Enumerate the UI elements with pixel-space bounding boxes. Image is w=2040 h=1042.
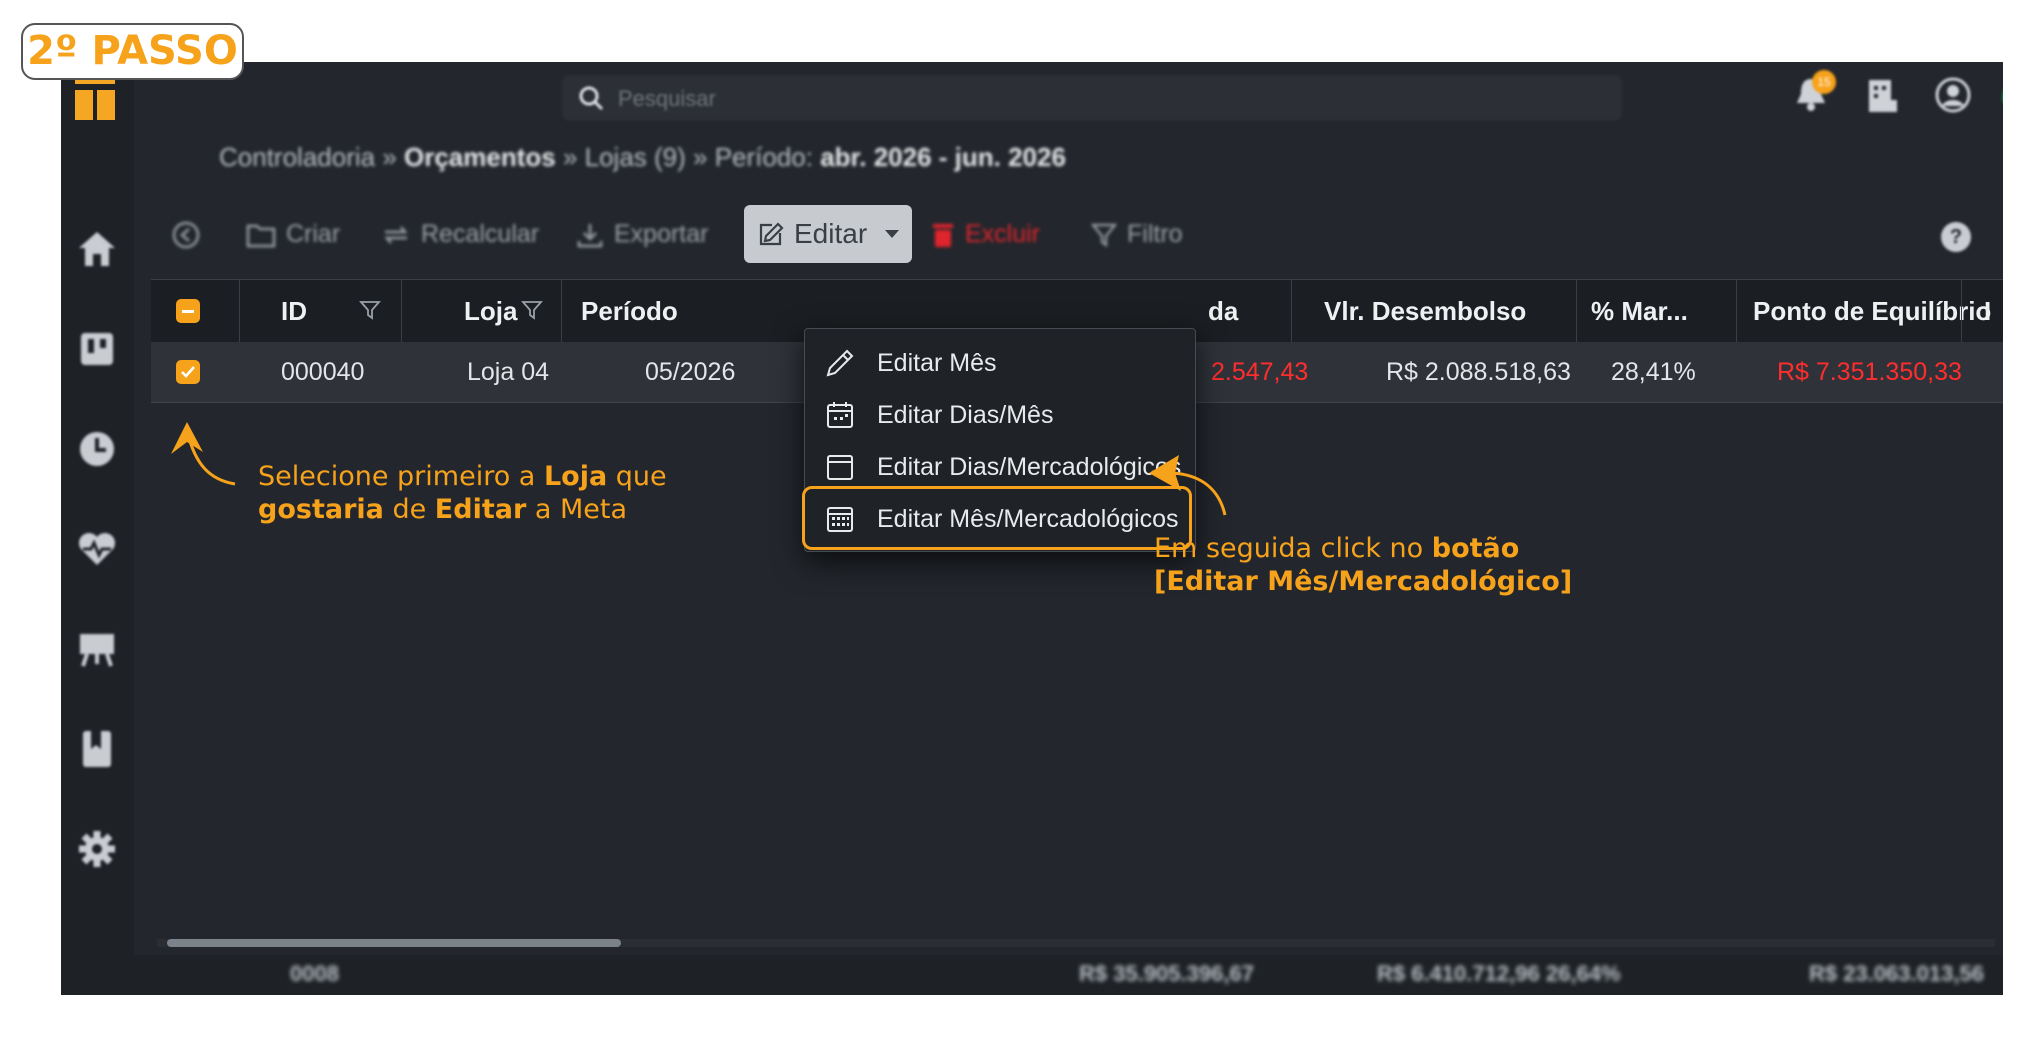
sidebar	[61, 62, 134, 995]
column-header-periodo[interactable]: Período	[581, 280, 678, 342]
footer-equilibrio: R$ 23.063.013,56	[1809, 961, 1984, 986]
cell-venda: 2.547,43	[1211, 358, 1309, 386]
arrow-right-annotation	[1149, 455, 1227, 516]
trash-icon	[933, 223, 953, 247]
status-indicator	[2002, 80, 2003, 114]
breadcrumb-item[interactable]: Controladoria »	[219, 142, 404, 172]
create-button[interactable]: Criar	[246, 220, 340, 249]
logo-icon	[75, 76, 115, 120]
pencil-icon	[826, 349, 854, 377]
recalc-label: Recalcular	[421, 220, 540, 248]
building-icon[interactable]	[1866, 78, 1898, 119]
step-badge: 2º PASSO	[21, 23, 244, 80]
menu-item-editar-dias-mes[interactable]: Editar Dias/Mês	[805, 389, 1195, 441]
refresh-icon	[384, 225, 408, 244]
breadcrumb-item: » Lojas (9) » Período:	[555, 142, 821, 172]
filter-icon[interactable]	[521, 299, 543, 321]
menu-item-label: Editar Mês	[877, 348, 997, 377]
menu-item-editar-mes[interactable]: Editar Mês	[805, 337, 1195, 389]
filter-button[interactable]: Filtro	[1091, 220, 1183, 249]
user-icon[interactable]	[1934, 76, 1972, 119]
breadcrumb: Controladoria » Orçamentos » Lojas (9) »…	[219, 142, 1066, 173]
presentation-icon[interactable]	[75, 627, 119, 671]
column-header-venda[interactable]: da	[1208, 280, 1238, 342]
cell-desembolso: R$ 2.088.518,63	[1386, 358, 1571, 386]
back-icon	[172, 221, 200, 249]
cell-loja: Loja 04	[467, 358, 550, 386]
bell-icon[interactable]: 15	[1794, 70, 1836, 116]
edit-label: Editar	[794, 218, 868, 249]
annotation-click-button: Em seguida click no botão [Editar Mês/Me…	[1154, 533, 1573, 597]
footer-desembolso: R$ 6.410.712,96	[1377, 961, 1540, 986]
filter-icon	[1091, 223, 1117, 247]
highlight-box	[802, 486, 1192, 550]
cell-periodo: 05/2026	[645, 358, 736, 386]
cell-margem: 28,41%	[1611, 358, 1696, 386]
footer-margem: 26,64%	[1546, 961, 1621, 986]
notification-badge: 15	[1812, 70, 1836, 94]
select-all-checkbox[interactable]	[176, 299, 200, 323]
column-header-margem[interactable]: % Mar...	[1591, 280, 1688, 342]
top-bar: Pesquisar 15	[134, 62, 2003, 132]
delete-button[interactable]: Excluir	[931, 220, 1040, 249]
row-checkbox[interactable]	[176, 360, 200, 384]
breadcrumb-item[interactable]: Orçamentos	[404, 142, 556, 172]
gear-icon[interactable]	[75, 827, 119, 871]
heartbeat-icon[interactable]	[75, 527, 119, 571]
annotation-select-loja: Selecione primeiro a Loja que gostaria d…	[258, 461, 667, 525]
footer-venda: R$ 35.905.396,67	[1079, 961, 1254, 986]
column-header-id[interactable]: ID	[281, 280, 307, 342]
edit-icon	[759, 222, 784, 246]
help-icon[interactable]: ?	[1941, 222, 1971, 252]
footer-count: 0008	[290, 961, 339, 986]
bookmark-icon[interactable]	[75, 727, 119, 771]
export-button[interactable]: Exportar	[576, 220, 708, 249]
app-window: Pesquisar 15 Controladoria » Orçamentos …	[61, 62, 2003, 995]
search-bar[interactable]: Pesquisar	[562, 75, 1622, 121]
menu-item-label: Editar Dias/Mês	[877, 400, 1054, 429]
column-header-equilibrio[interactable]: Ponto de Equilíbrio	[1753, 280, 1991, 342]
create-label: Criar	[286, 220, 341, 248]
calendar-blank-icon	[827, 455, 853, 480]
scrollbar-thumb[interactable]	[167, 939, 621, 947]
breadcrumb-period: abr. 2026 - jun. 2026	[820, 142, 1066, 172]
caret-down-icon	[885, 230, 900, 238]
calendar-icon	[827, 402, 853, 428]
table-footer: 0008 R$ 35.905.396,67 R$ 6.410.712,96 26…	[134, 955, 2003, 995]
back-button[interactable]	[171, 220, 201, 250]
arrow-left-annotation	[171, 422, 236, 486]
edit-button[interactable]: Editar	[744, 205, 912, 263]
search-icon	[579, 86, 604, 111]
column-header-loja[interactable]: Loja	[464, 280, 517, 342]
filter-label: Filtro	[1127, 220, 1183, 248]
column-header-desembolso[interactable]: Vlr. Desembolso	[1324, 280, 1526, 342]
cell-id: 000040	[281, 358, 365, 386]
download-icon	[577, 223, 603, 247]
cell-equilibrio: R$ 7.351.350,33	[1777, 358, 1962, 386]
home-icon[interactable]	[75, 227, 119, 271]
menu-item-label: Editar Dias/Mercadológicos	[877, 452, 1182, 481]
export-label: Exportar	[614, 220, 709, 248]
store-icon[interactable]	[75, 327, 119, 371]
delete-label: Excluir	[965, 220, 1041, 248]
clock-icon[interactable]	[75, 427, 119, 471]
column-header-extra[interactable]: I	[1984, 280, 1991, 342]
recalc-button[interactable]: Recalcular	[381, 220, 539, 249]
search-input[interactable]: Pesquisar	[618, 86, 716, 112]
folder-plus-icon	[246, 224, 276, 247]
filter-icon[interactable]	[359, 299, 381, 321]
